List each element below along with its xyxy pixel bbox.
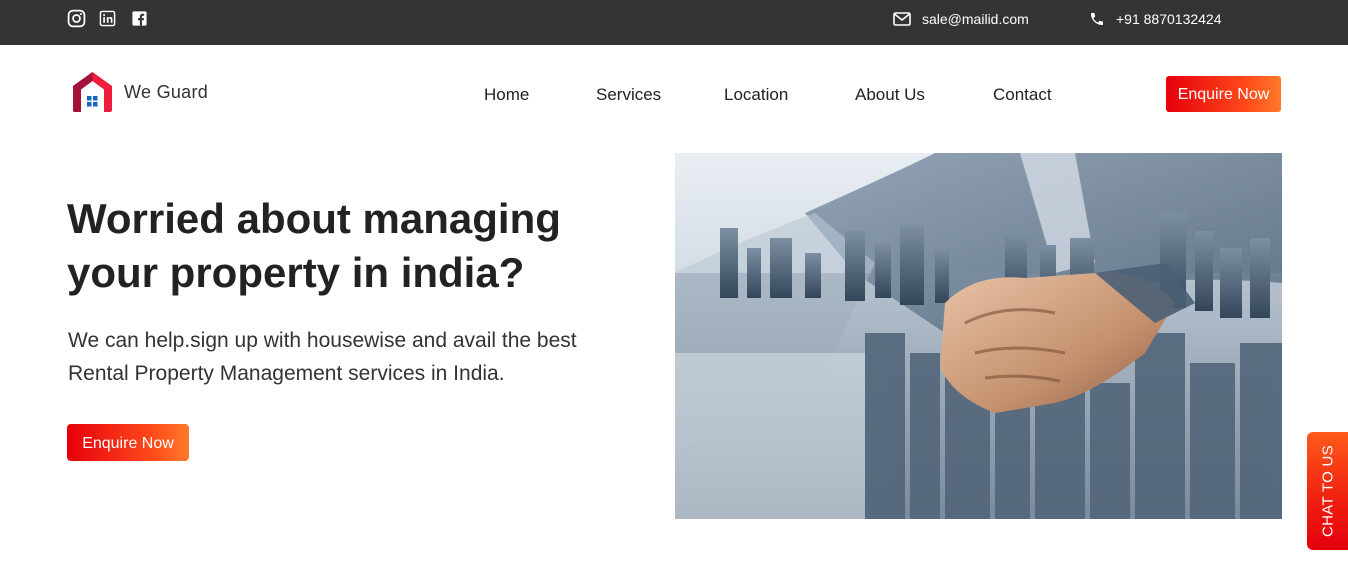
nav-location[interactable]: Location bbox=[724, 84, 788, 106]
phone-text: +91 8870132424 bbox=[1116, 11, 1222, 27]
brand-name: We Guard bbox=[124, 81, 209, 102]
contact-phone[interactable]: +91 8870132424 bbox=[1089, 10, 1222, 28]
nav-home[interactable]: Home bbox=[484, 84, 529, 106]
contact-email[interactable]: sale@mailid.com bbox=[893, 10, 1029, 28]
phone-icon bbox=[1091, 13, 1103, 25]
top-bar: sale@mailid.com +91 8870132424 bbox=[0, 0, 1348, 45]
brand-logo[interactable]: We Guard bbox=[70, 70, 208, 114]
facebook-icon[interactable] bbox=[131, 9, 150, 28]
email-text: sale@mailid.com bbox=[922, 11, 1029, 27]
hero-subtitle: We can help.sign up with housewise and a… bbox=[68, 329, 577, 385]
chat-to-us-tab[interactable]: CHAT TO US bbox=[1307, 432, 1348, 550]
nav-contact[interactable]: Contact bbox=[993, 84, 1052, 106]
linkedin-icon[interactable] bbox=[99, 9, 118, 28]
nav-enquire-button[interactable]: Enquire Now bbox=[1166, 76, 1281, 112]
nav-about-us[interactable]: About Us bbox=[855, 84, 925, 106]
social-links bbox=[67, 9, 150, 28]
hero-title: Worried about managing your property in … bbox=[67, 195, 561, 296]
handshake-city-image bbox=[675, 153, 1282, 519]
hero-enquire-button[interactable]: Enquire Now bbox=[67, 424, 189, 461]
chat-label: CHAT TO US bbox=[1319, 445, 1336, 537]
mail-icon bbox=[893, 12, 911, 26]
instagram-icon[interactable] bbox=[67, 9, 86, 28]
nav-services[interactable]: Services bbox=[596, 84, 661, 106]
navbar: We Guard Home Services Location About Us… bbox=[0, 45, 1348, 145]
house-logo-icon bbox=[73, 72, 112, 112]
